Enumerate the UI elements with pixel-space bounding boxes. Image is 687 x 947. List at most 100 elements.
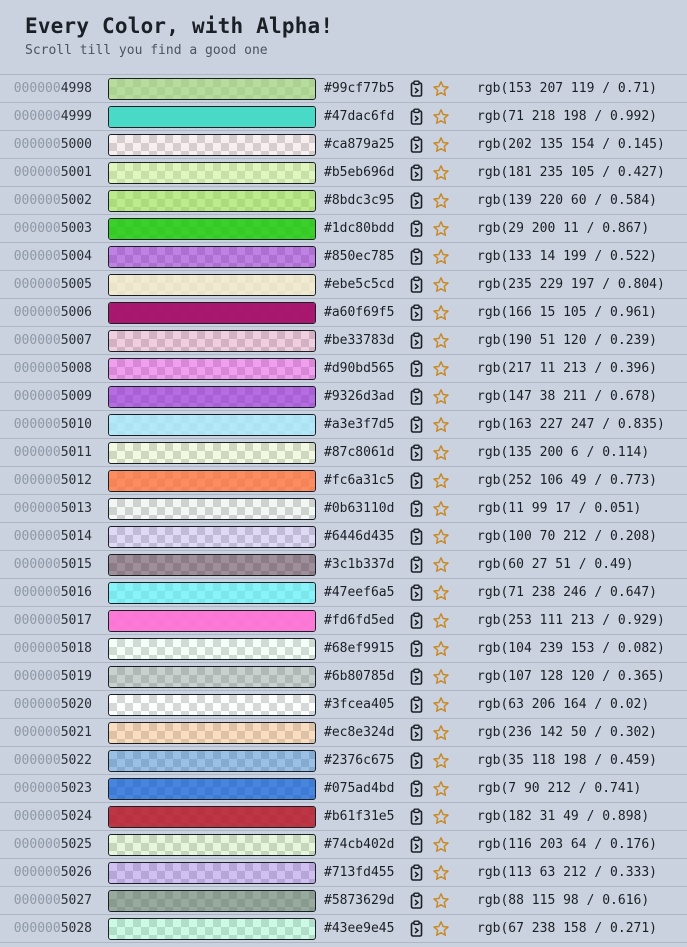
clipboard-copy-icon[interactable] [406,246,428,268]
clipboard-copy-icon[interactable] [406,806,428,828]
star-outline-icon[interactable] [430,890,452,912]
star-outline-icon[interactable] [430,358,452,380]
color-swatch [108,469,316,492]
index-padding: 000000 [13,641,61,656]
index-number: 5002 [60,193,92,208]
index-number: 5015 [60,557,92,572]
clipboard-copy-icon[interactable] [406,330,428,352]
color-index: 0000005018 [0,641,100,656]
star-outline-icon[interactable] [430,582,452,604]
color-index: 0000005016 [0,585,100,600]
star-outline-icon[interactable] [430,918,452,940]
clipboard-copy-icon[interactable] [406,442,428,464]
swatch-fill [109,554,315,575]
star-outline-icon[interactable] [430,610,452,632]
star-outline-icon[interactable] [430,330,452,352]
clipboard-copy-icon[interactable] [406,526,428,548]
clipboard-copy-icon[interactable] [406,610,428,632]
star-outline-icon[interactable] [430,162,452,184]
color-swatch [108,77,316,100]
star-outline-icon[interactable] [430,750,452,772]
color-swatch [108,105,316,128]
rgb-value: rgb(107 128 120 / 0.365) [477,669,665,684]
star-outline-icon[interactable] [430,554,452,576]
star-outline-icon[interactable] [430,862,452,884]
clipboard-copy-icon[interactable] [406,162,428,184]
clipboard-copy-icon[interactable] [406,890,428,912]
star-outline-icon[interactable] [430,302,452,324]
rgb-value: rgb(163 227 247 / 0.835) [477,417,665,432]
star-outline-icon[interactable] [430,414,452,436]
index-number: 5023 [60,781,92,796]
color-row: 0000005002 #8bdc3c95 rgb(139 220 60 / 0.… [0,187,687,215]
clipboard-copy-icon[interactable] [406,862,428,884]
rgb-value: rgb(29 200 11 / 0.867) [477,221,650,236]
color-swatch [108,917,316,940]
rgb-value: rgb(202 135 154 / 0.145) [477,137,665,152]
star-outline-icon[interactable] [430,386,452,408]
hex-value: #6446d435 [324,529,395,544]
color-row: 0000004999 #47dac6fd rgb(71 218 198 / 0.… [0,103,687,131]
rgb-value: rgb(236 142 50 / 0.302) [477,725,658,740]
star-outline-icon[interactable] [430,274,452,296]
clipboard-copy-icon[interactable] [406,106,428,128]
star-outline-icon[interactable] [430,470,452,492]
swatch-fill [109,834,315,855]
hex-value: #b5eb696d [324,165,395,180]
index-padding: 000000 [13,725,61,740]
clipboard-copy-icon[interactable] [406,666,428,688]
star-outline-icon[interactable] [430,442,452,464]
star-outline-icon[interactable] [430,218,452,240]
star-outline-icon[interactable] [430,778,452,800]
clipboard-copy-icon[interactable] [406,218,428,240]
swatch-fill [109,302,315,323]
clipboard-copy-icon[interactable] [406,694,428,716]
star-outline-icon[interactable] [430,526,452,548]
clipboard-copy-icon[interactable] [406,498,428,520]
color-index: 0000005026 [0,865,100,880]
clipboard-copy-icon[interactable] [406,778,428,800]
index-padding: 000000 [13,921,61,936]
clipboard-copy-icon[interactable] [406,78,428,100]
star-outline-icon[interactable] [430,134,452,156]
color-index: 0000005003 [0,221,100,236]
star-outline-icon[interactable] [430,722,452,744]
hex-value: #43ee9e45 [324,921,395,936]
color-row: 0000005025 #74cb402d rgb(116 203 64 / 0.… [0,831,687,859]
clipboard-copy-icon[interactable] [406,750,428,772]
clipboard-copy-icon[interactable] [406,386,428,408]
color-row: 0000005001 #b5eb696d rgb(181 235 105 / 0… [0,159,687,187]
star-outline-icon[interactable] [430,498,452,520]
color-row: 0000005018 #68ef9915 rgb(104 239 153 / 0… [0,635,687,663]
hex-value: #fc6a31c5 [324,473,395,488]
clipboard-copy-icon[interactable] [406,134,428,156]
star-outline-icon[interactable] [430,834,452,856]
index-number: 5011 [60,445,92,460]
index-padding: 000000 [13,221,61,236]
star-outline-icon[interactable] [430,806,452,828]
index-number: 5026 [60,865,92,880]
color-row: 0000005004 #850ec785 rgb(133 14 199 / 0.… [0,243,687,271]
clipboard-copy-icon[interactable] [406,302,428,324]
clipboard-copy-icon[interactable] [406,470,428,492]
clipboard-copy-icon[interactable] [406,834,428,856]
star-outline-icon[interactable] [430,246,452,268]
star-outline-icon[interactable] [430,666,452,688]
clipboard-copy-icon[interactable] [406,638,428,660]
star-outline-icon[interactable] [430,78,452,100]
rgb-value: rgb(71 218 198 / 0.992) [477,109,658,124]
star-outline-icon[interactable] [430,694,452,716]
clipboard-copy-icon[interactable] [406,274,428,296]
clipboard-copy-icon[interactable] [406,190,428,212]
color-swatch [108,273,316,296]
clipboard-copy-icon[interactable] [406,918,428,940]
clipboard-copy-icon[interactable] [406,358,428,380]
clipboard-copy-icon[interactable] [406,554,428,576]
hex-value: #74cb402d [324,837,395,852]
clipboard-copy-icon[interactable] [406,414,428,436]
clipboard-copy-icon[interactable] [406,722,428,744]
star-outline-icon[interactable] [430,638,452,660]
clipboard-copy-icon[interactable] [406,582,428,604]
star-outline-icon[interactable] [430,106,452,128]
star-outline-icon[interactable] [430,190,452,212]
